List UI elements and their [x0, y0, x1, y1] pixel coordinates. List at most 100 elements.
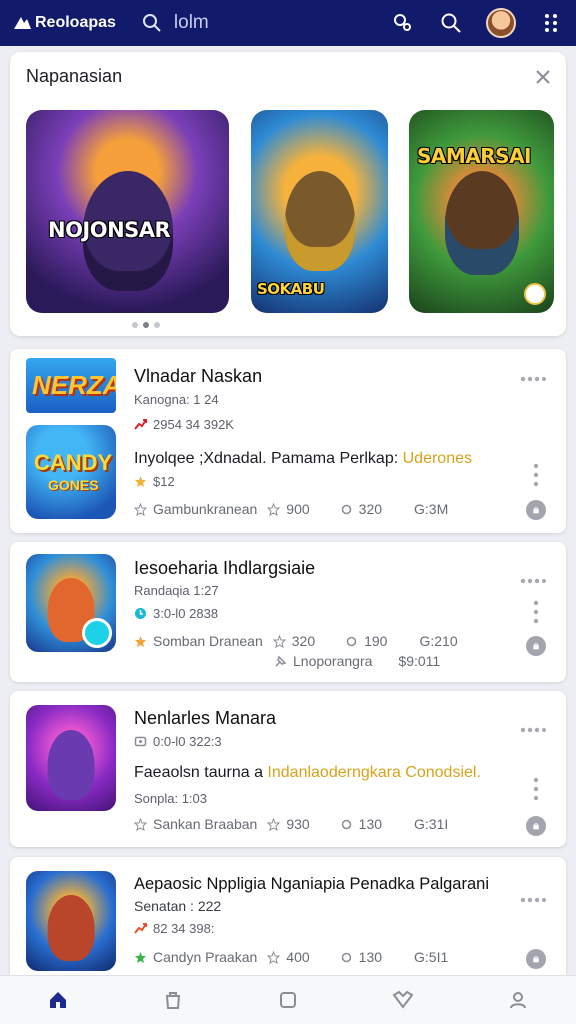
carousel-pager[interactable] — [132, 322, 160, 328]
avatar[interactable] — [486, 8, 516, 38]
star-outline-icon — [267, 817, 281, 831]
stat-value: 320 — [358, 501, 383, 517]
list-item[interactable]: Aepaosic Nppligia Nganiapia Penadka Palg… — [10, 857, 566, 975]
featured-tile[interactable]: SOKABU — [251, 110, 388, 313]
nav-home[interactable] — [38, 980, 78, 1020]
more-vertical-icon[interactable] — [532, 462, 540, 488]
lock-button[interactable]: 🔒︎ — [526, 636, 546, 656]
description-text: Inyolqee ;Xdnadal. Pamama Perlkap: — [134, 450, 403, 467]
more-horizontal-icon[interactable] — [520, 375, 546, 383]
lock-button[interactable]: 🔒︎ — [526, 500, 546, 520]
search-icon — [441, 13, 461, 33]
item-subtitle: Sonpla: 1:03 — [134, 791, 208, 806]
item-description: Inyolqee ;Xdnadal. Pamama Perlkap: Udero… — [134, 450, 472, 468]
game-thumbnail[interactable] — [26, 705, 116, 811]
apps-grid-button[interactable] — [538, 10, 564, 36]
pager-dot[interactable] — [132, 322, 138, 328]
tile-caption: NOJONSAR — [48, 218, 171, 242]
list-item[interactable]: Nenlarles Manara 0:0-l0 322:3 Faeaolsn t… — [10, 691, 566, 847]
app-name: Reoloapas — [35, 14, 116, 31]
search-text: lolm — [173, 12, 209, 33]
game-thumbnail[interactable] — [26, 871, 116, 971]
stat-value: 900 — [286, 501, 310, 517]
app-logo[interactable]: Reoloapas — [12, 14, 116, 32]
more-vertical-icon[interactable] — [532, 599, 540, 625]
search-bar[interactable]: lolm — [142, 12, 209, 34]
game-thumbnail[interactable]: CANDY GONES — [26, 425, 116, 519]
profile-icon — [510, 992, 527, 1009]
stat-value: G:3M — [414, 501, 449, 517]
more-horizontal-icon[interactable] — [520, 577, 546, 585]
item-meta-text: 0:0-l0 322:3 — [153, 734, 222, 749]
stat-value: 130 — [358, 816, 383, 832]
settings-outline-icon — [341, 819, 351, 829]
item-title[interactable]: Iesoeharia Ihdlargsiaie — [134, 558, 315, 579]
pager-dot[interactable] — [154, 322, 160, 328]
item-extra-stats: Lnoporangra $9:011 — [274, 653, 440, 669]
list-item[interactable]: NERZA CANDY GONES Vlnadar Naskan Kanogna… — [10, 349, 566, 533]
star-icon — [135, 951, 146, 963]
game-thumbnail[interactable]: NERZA — [26, 358, 116, 413]
search-button[interactable] — [438, 10, 464, 36]
square-icon — [279, 992, 296, 1008]
hero-art-icon — [444, 170, 519, 275]
settings-button[interactable] — [390, 10, 416, 36]
item-subtitle: Randaqia 1:27 — [134, 583, 219, 598]
tag-icon — [134, 736, 147, 747]
item-meta: 2954 34 392K — [134, 417, 234, 432]
featured-tile[interactable]: NOJONSAR — [26, 110, 229, 313]
more-vertical-icon[interactable] — [532, 776, 540, 802]
thumb-caption: NERZA — [32, 370, 116, 400]
item-price-text: $12 — [153, 474, 175, 489]
thumb-caption: GONES — [48, 477, 99, 493]
star-icon — [135, 476, 146, 487]
apps-grid-icon — [545, 14, 557, 32]
featured-tile[interactable]: SAMARSAI — [409, 110, 554, 313]
game-thumbnail[interactable] — [26, 554, 116, 652]
pager-dot-active[interactable] — [143, 322, 149, 328]
item-title[interactable]: Nenlarles Manara — [134, 708, 276, 729]
stat-value: G:31I — [414, 816, 449, 832]
stat-label: Lnoporangra — [293, 653, 373, 669]
description-highlight: Uderones — [402, 450, 472, 467]
lock-icon: 🔒︎ — [533, 819, 539, 832]
item-meta: 0:0-l0 322:3 — [134, 734, 222, 749]
stat-label: Sankan Braaban — [153, 816, 258, 832]
stat-value: $9:011 — [398, 653, 441, 669]
item-title[interactable]: Vlnadar Naskan — [134, 366, 262, 387]
more-horizontal-icon[interactable] — [520, 726, 546, 734]
settings-outline-icon — [346, 636, 357, 646]
stat-value: 190 — [364, 633, 388, 649]
trending-up-icon — [134, 923, 147, 934]
nav-store[interactable] — [153, 980, 193, 1020]
hero-art-icon — [47, 730, 95, 801]
item-stats: Sankan Braaban 930 130 G:31I — [134, 816, 448, 832]
hero-art-icon — [284, 170, 355, 271]
lock-icon: 🔒︎ — [533, 503, 539, 516]
item-meta-text: 2954 34 392K — [153, 417, 234, 432]
item-meta: 3:0-l0 2838 — [134, 606, 218, 621]
featured-section: Napanasian NOJONSAR SOKABU SAMARSAI — [10, 52, 566, 336]
item-title[interactable]: Aepaosic Nppligia Nganiapia Penadka Palg… — [134, 875, 489, 894]
nav-profile[interactable] — [498, 980, 538, 1020]
item-subtitle: Senatan : 222 — [134, 898, 222, 914]
description-text: Faeaolsn taurna a — [134, 764, 268, 781]
lock-icon: 🔒︎ — [533, 952, 539, 965]
lock-button[interactable]: 🔒︎ — [526, 816, 546, 836]
pin-icon — [275, 655, 287, 667]
lock-button[interactable]: 🔒︎ — [526, 949, 546, 969]
bottom-navigation — [0, 975, 576, 1024]
top-app-bar: Reoloapas lolm — [0, 0, 576, 46]
list-item[interactable]: Iesoeharia Ihdlargsiaie Randaqia 1:27 3:… — [10, 542, 566, 682]
more-horizontal-icon[interactable] — [520, 896, 546, 904]
nav-square[interactable] — [268, 980, 308, 1020]
heart-icon — [392, 990, 414, 1009]
item-meta-text: 82 34 398: — [153, 921, 215, 936]
settings-outline-icon — [341, 952, 351, 962]
item-stats: Somban Dranean 320 190 G:210 — [134, 633, 458, 649]
close-icon[interactable] — [532, 66, 554, 88]
nav-heart[interactable] — [383, 980, 423, 1020]
item-subtitle: Kanogna: 1 24 — [134, 392, 219, 407]
clock-icon — [135, 608, 146, 619]
settings-icon — [394, 14, 411, 31]
